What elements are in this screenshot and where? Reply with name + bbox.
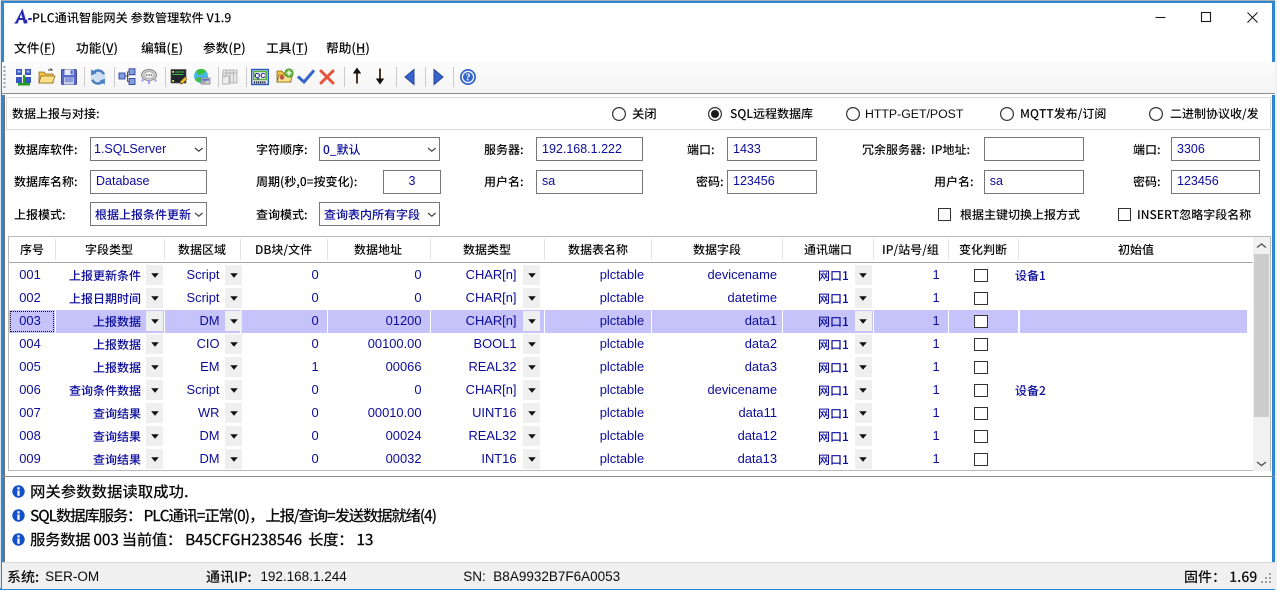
svg-text:QC: QC <box>254 71 266 80</box>
svg-text:?: ? <box>465 72 470 83</box>
